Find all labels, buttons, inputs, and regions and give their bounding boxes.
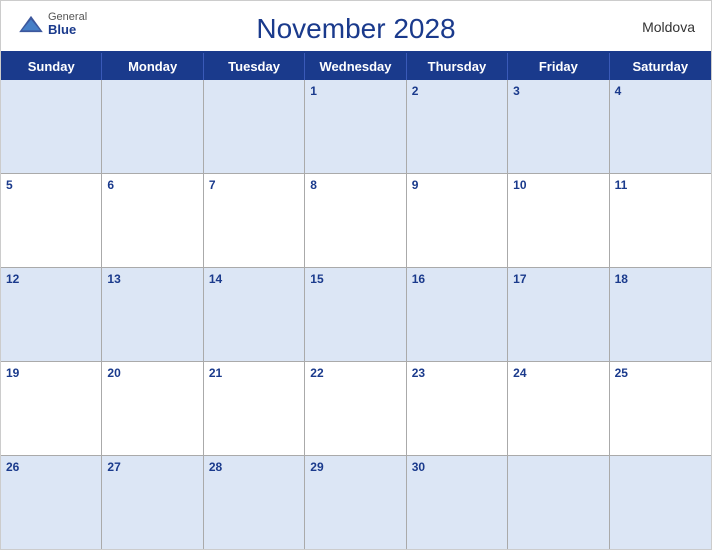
- day-number: 29: [310, 460, 400, 474]
- day-number: 11: [615, 178, 706, 192]
- week-row: 19 20 21 22 23 24 25: [1, 362, 711, 456]
- day-cell: 8: [305, 174, 406, 267]
- country-label: Moldova: [642, 19, 695, 35]
- day-number: 19: [6, 366, 96, 380]
- day-cell: 20: [102, 362, 203, 455]
- day-cell: 6: [102, 174, 203, 267]
- day-number: 1: [310, 84, 400, 98]
- day-number: 6: [107, 178, 197, 192]
- day-cell: 14: [204, 268, 305, 361]
- day-cell: 18: [610, 268, 711, 361]
- day-cell: 11: [610, 174, 711, 267]
- day-cell: [102, 80, 203, 173]
- calendar-title: November 2028: [256, 13, 455, 45]
- day-cell: [204, 80, 305, 173]
- day-number: 13: [107, 272, 197, 286]
- day-cell: 9: [407, 174, 508, 267]
- day-cell: 23: [407, 362, 508, 455]
- day-cell: [1, 80, 102, 173]
- day-cell: 22: [305, 362, 406, 455]
- week-row: 26 27 28 29 30: [1, 456, 711, 549]
- week-row: 56789 10 11: [1, 174, 711, 268]
- week-row: 1234: [1, 80, 711, 174]
- day-cell: 26: [1, 456, 102, 549]
- day-number: 23: [412, 366, 502, 380]
- day-number: 4: [615, 84, 706, 98]
- day-cell: 7: [204, 174, 305, 267]
- weeks-container: 1234567891011121314151617181920212223242…: [1, 80, 711, 549]
- day-number: 18: [615, 272, 706, 286]
- logo-blue-text: Blue: [48, 23, 87, 37]
- logo-area: General Blue: [17, 11, 87, 37]
- day-cell: 13: [102, 268, 203, 361]
- day-cell: 15: [305, 268, 406, 361]
- logo-icon: [17, 14, 45, 34]
- day-number: 9: [412, 178, 502, 192]
- day-cell: 10: [508, 174, 609, 267]
- day-cell: 25: [610, 362, 711, 455]
- day-header-wednesday: Wednesday: [305, 53, 406, 80]
- day-cell: [610, 456, 711, 549]
- day-cell: [508, 456, 609, 549]
- day-number: 7: [209, 178, 299, 192]
- day-cell: 30: [407, 456, 508, 549]
- day-header-tuesday: Tuesday: [204, 53, 305, 80]
- day-number: 30: [412, 460, 502, 474]
- day-number: 2: [412, 84, 502, 98]
- day-number: 25: [615, 366, 706, 380]
- week-row: 12 13 14 15 16 17 18: [1, 268, 711, 362]
- calendar-container: General Blue November 2028 Moldova Sunda…: [0, 0, 712, 550]
- day-header-saturday: Saturday: [610, 53, 711, 80]
- day-number: 26: [6, 460, 96, 474]
- day-number: 5: [6, 178, 96, 192]
- day-cell: 21: [204, 362, 305, 455]
- day-header-friday: Friday: [508, 53, 609, 80]
- day-headers: SundayMondayTuesdayWednesdayThursdayFrid…: [1, 53, 711, 80]
- day-number: 21: [209, 366, 299, 380]
- day-number: 20: [107, 366, 197, 380]
- day-number: 16: [412, 272, 502, 286]
- day-number: 3: [513, 84, 603, 98]
- day-header-sunday: Sunday: [1, 53, 102, 80]
- day-number: 27: [107, 460, 197, 474]
- day-number: 28: [209, 460, 299, 474]
- day-cell: 5: [1, 174, 102, 267]
- day-cell: 19: [1, 362, 102, 455]
- day-cell: 16: [407, 268, 508, 361]
- calendar-header: General Blue November 2028 Moldova: [1, 1, 711, 51]
- day-number: 8: [310, 178, 400, 192]
- day-cell: 12: [1, 268, 102, 361]
- day-cell: 27: [102, 456, 203, 549]
- day-cell: 28: [204, 456, 305, 549]
- day-number: 14: [209, 272, 299, 286]
- day-cell: 24: [508, 362, 609, 455]
- calendar-grid: SundayMondayTuesdayWednesdayThursdayFrid…: [1, 51, 711, 549]
- day-cell: 1: [305, 80, 406, 173]
- day-cell: 3: [508, 80, 609, 173]
- day-number: 10: [513, 178, 603, 192]
- day-header-monday: Monday: [102, 53, 203, 80]
- day-cell: 4: [610, 80, 711, 173]
- day-number: 22: [310, 366, 400, 380]
- day-cell: 2: [407, 80, 508, 173]
- day-header-thursday: Thursday: [407, 53, 508, 80]
- day-number: 24: [513, 366, 603, 380]
- day-number: 15: [310, 272, 400, 286]
- day-cell: 29: [305, 456, 406, 549]
- day-number: 17: [513, 272, 603, 286]
- day-number: 12: [6, 272, 96, 286]
- day-cell: 17: [508, 268, 609, 361]
